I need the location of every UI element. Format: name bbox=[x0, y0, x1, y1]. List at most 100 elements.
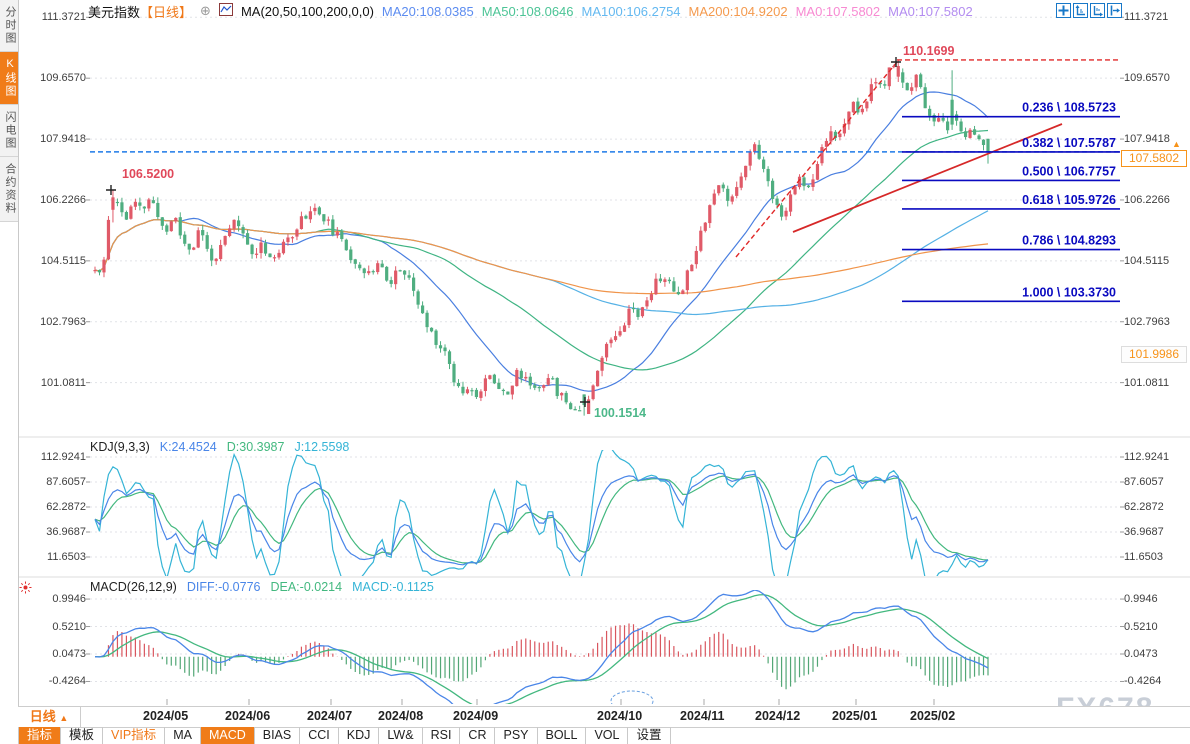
chart-type-sidebar: 分时图 K线图 闪电图 合约资料 bbox=[0, 0, 19, 744]
pan-right-icon[interactable] bbox=[1107, 3, 1122, 18]
fib-level-label: 0.382 \ 107.5787 bbox=[1022, 136, 1116, 150]
alert-sun-icon[interactable] bbox=[19, 581, 32, 599]
sidebar-tab-timeline[interactable]: 分时图 bbox=[0, 0, 18, 52]
secondary-price-tag: 101.9986 bbox=[1121, 346, 1187, 363]
current-price-tag: 107.5802 bbox=[1121, 150, 1187, 167]
ma-settings-label: MA(20,50,100,200,0,0) bbox=[241, 4, 374, 19]
macd-diff-value: DIFF:-0.0776 bbox=[187, 580, 261, 594]
x-axis-label: 2024/05 bbox=[143, 709, 188, 723]
toolbar-ma-button[interactable]: MA bbox=[165, 727, 201, 744]
ma-chart-icon[interactable] bbox=[219, 3, 233, 19]
kdj-title: KDJ(9,3,3) bbox=[90, 440, 150, 454]
kdj-y-axis-label: 36.9687 bbox=[1124, 526, 1164, 538]
sidebar-tab-candlestick[interactable]: K线图 bbox=[0, 52, 18, 105]
x-axis-label: 2025/02 bbox=[910, 709, 955, 723]
main-y-axis-label: 104.5115 bbox=[1124, 255, 1169, 267]
macd-y-axis-label: 0.0473 bbox=[28, 648, 86, 660]
chevron-up-icon: ▲ bbox=[59, 713, 68, 723]
main-y-axis-label: 109.6570 bbox=[28, 72, 86, 84]
kdj-y-axis-label: 112.9241 bbox=[28, 451, 86, 463]
main-y-axis-label: 101.0811 bbox=[1124, 377, 1169, 389]
kdj-y-axis-label: 11.6503 bbox=[1124, 551, 1163, 563]
crosshair-icon[interactable] bbox=[1056, 3, 1071, 18]
symbol-period: 美元指数【日线】 bbox=[88, 2, 192, 21]
toolbar-indicators-button[interactable]: 指标 bbox=[18, 727, 61, 744]
ma100-value: MA100:106.2754 bbox=[582, 4, 681, 19]
toolbar-boll-button[interactable]: BOLL bbox=[538, 727, 587, 744]
x-axis-row: 日线 ▲ 2024/052024/062024/072024/082024/09… bbox=[18, 706, 1190, 728]
fib-level-label: 0.618 \ 105.9726 bbox=[1022, 193, 1116, 207]
x-axis-label: 2024/06 bbox=[225, 709, 270, 723]
scale-y-axis-icon[interactable] bbox=[1073, 3, 1088, 18]
fib-level-label: 0.236 \ 108.5723 bbox=[1022, 101, 1116, 115]
kdj-y-axis-label: 87.6057 bbox=[28, 476, 86, 488]
x-axis-label: 2024/12 bbox=[755, 709, 800, 723]
macd-dea-value: DEA:-0.0214 bbox=[270, 580, 342, 594]
scale-x-axis-icon[interactable] bbox=[1090, 3, 1105, 18]
main-y-axis-label: 102.7963 bbox=[28, 316, 86, 328]
main-y-axis-label: 101.0811 bbox=[28, 377, 86, 389]
kdj-y-axis-label: 36.9687 bbox=[28, 526, 86, 538]
toolbar-rsi-button[interactable]: RSI bbox=[423, 727, 461, 744]
period-tag: 【日线】 bbox=[140, 5, 192, 20]
toolbar-cr-button[interactable]: CR bbox=[460, 727, 495, 744]
period-selector-label: 日线 bbox=[30, 709, 56, 724]
period-selector[interactable]: 日线 ▲ bbox=[18, 707, 81, 727]
toolbar-vip-indicators-button[interactable]: VIP指标 bbox=[103, 727, 165, 744]
kdj-k-value: K:24.4524 bbox=[160, 440, 217, 454]
macd-y-axis-label: -0.4264 bbox=[1124, 675, 1161, 687]
kdj-j-value: J:12.5598 bbox=[294, 440, 349, 454]
main-y-axis-label: 106.2266 bbox=[28, 194, 86, 206]
toolbar-template-button[interactable]: 模板 bbox=[61, 727, 103, 744]
toolbar-lw-button[interactable]: LW& bbox=[379, 727, 422, 744]
indicator-toolbar: 指标 模板 VIP指标 MA MACD BIAS CCI KDJ LW& RSI… bbox=[18, 727, 671, 744]
macd-header: MACD(26,12,9) DIFF:-0.0776 DEA:-0.0214 M… bbox=[90, 580, 434, 594]
macd-y-axis-label: 0.9946 bbox=[1124, 593, 1158, 605]
main-y-axis-label: 107.9418 bbox=[1124, 133, 1170, 145]
ma0-value-1: MA0:107.5802 bbox=[796, 4, 881, 19]
kdj-y-axis-label: 11.6503 bbox=[28, 551, 86, 563]
price-extreme-label: 100.1514 bbox=[594, 406, 646, 420]
macd-y-axis-label: 0.5210 bbox=[1124, 621, 1158, 633]
price-extreme-label: 106.5200 bbox=[122, 167, 174, 181]
x-axis-label: 2024/10 bbox=[597, 709, 642, 723]
fib-level-label: 0.786 \ 104.8293 bbox=[1022, 234, 1116, 248]
x-axis-label: 2025/01 bbox=[832, 709, 877, 723]
macd-macd-value: MACD:-0.1125 bbox=[352, 580, 434, 594]
sidebar-tab-contract-info[interactable]: 合约资料 bbox=[0, 157, 18, 222]
sidebar-tab-flash[interactable]: 闪电图 bbox=[0, 105, 18, 157]
kdj-y-axis-label: 62.2872 bbox=[28, 501, 86, 513]
ma200-value: MA200:104.9202 bbox=[689, 4, 788, 19]
fib-level-label: 1.000 \ 103.3730 bbox=[1022, 285, 1116, 299]
toolbar-vol-button[interactable]: VOL bbox=[586, 727, 628, 744]
toolbar-cci-button[interactable]: CCI bbox=[300, 727, 339, 744]
x-axis-label: 2024/09 bbox=[453, 709, 498, 723]
symbol-name: 美元指数 bbox=[88, 5, 140, 20]
toolbar-psy-button[interactable]: PSY bbox=[495, 727, 537, 744]
ma50-value: MA50:108.0646 bbox=[482, 4, 574, 19]
main-y-axis-label: 102.7963 bbox=[1124, 316, 1170, 328]
macd-y-axis-label: 0.9946 bbox=[28, 593, 86, 605]
chart-window-controls bbox=[1056, 3, 1122, 18]
chart-canvas[interactable]: 0.236 \ 108.5723 0.382 \ 107.5787 0.500 \ … bbox=[0, 0, 1190, 744]
main-y-axis-label: 107.9418 bbox=[28, 133, 86, 145]
main-y-axis-label: 111.3721 bbox=[1124, 11, 1168, 23]
ma0-value-2: MA0:107.5802 bbox=[888, 4, 973, 19]
toolbar-bias-button[interactable]: BIAS bbox=[255, 727, 301, 744]
toolbar-macd-button[interactable]: MACD bbox=[201, 727, 255, 744]
ma20-value: MA20:108.0385 bbox=[382, 4, 474, 19]
kdj-d-value: D:30.3987 bbox=[227, 440, 285, 454]
toolbar-kdj-button[interactable]: KDJ bbox=[339, 727, 380, 744]
fib-level-label: 0.500 \ 106.7757 bbox=[1022, 164, 1116, 178]
x-axis-label: 2024/11 bbox=[680, 709, 725, 723]
kdj-y-axis-label: 112.9241 bbox=[1124, 451, 1169, 463]
expand-icon[interactable]: ⊕ bbox=[200, 3, 211, 19]
chart-header: 美元指数【日线】 ⊕ MA(20,50,100,200,0,0) MA20:10… bbox=[88, 0, 973, 22]
toolbar-settings-button[interactable]: 设置 bbox=[628, 727, 670, 744]
price-up-arrow-icon: ▲ bbox=[1172, 139, 1181, 149]
main-y-axis-label: 109.6570 bbox=[1124, 72, 1170, 84]
chart-application: 分时图 K线图 闪电图 合约资料 FX678 0.236 \ 108.57230… bbox=[0, 0, 1190, 744]
price-extreme-label: 110.1699 bbox=[903, 44, 954, 58]
macd-title: MACD(26,12,9) bbox=[90, 580, 177, 594]
macd-y-axis-label: -0.4264 bbox=[28, 675, 86, 687]
